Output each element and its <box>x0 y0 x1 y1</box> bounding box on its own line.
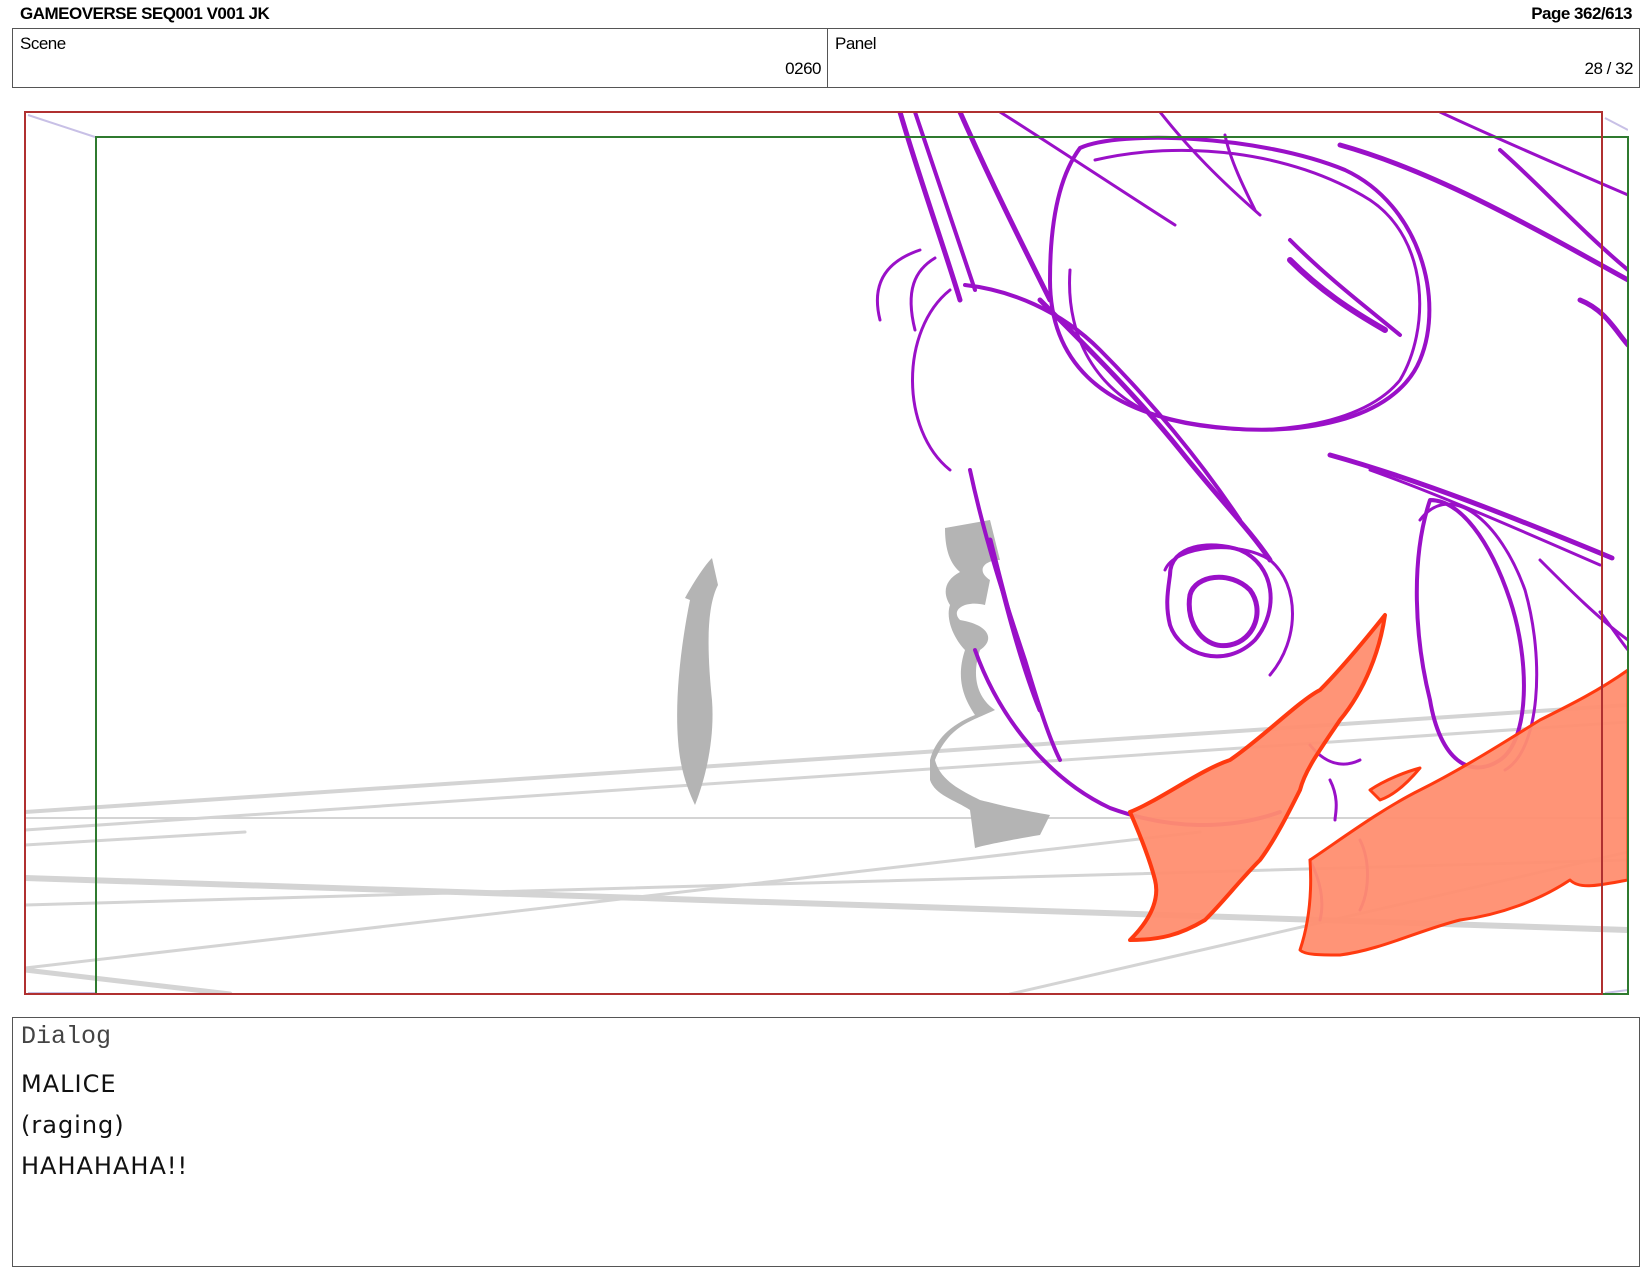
dialog-text: HAHAHAHA!! <box>21 1152 189 1180</box>
dialog-character-name: MALICE <box>21 1070 117 1098</box>
dialog-lines: MALICE (raging) HAHAHAHA!! <box>21 1064 188 1187</box>
dialog-parenthetical: (raging) <box>21 1111 125 1139</box>
flame-shapes <box>1128 613 1628 957</box>
dialog-label: Dialog <box>21 1022 112 1051</box>
storyboard-sketch <box>24 111 1629 995</box>
dialog-box: Dialog MALICE (raging) HAHAHAHA!! <box>12 1017 1640 1267</box>
